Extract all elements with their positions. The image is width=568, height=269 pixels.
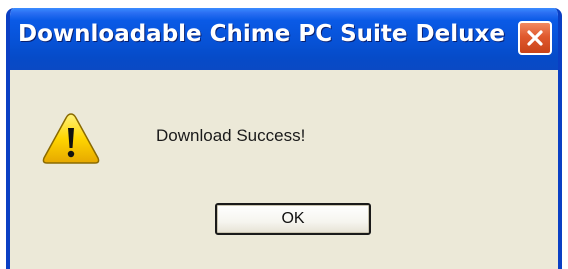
window-title: Downloadable Chime PC Suite Deluxe [18,21,505,47]
dialog-window: Downloadable Chime PC Suite Deluxe Downl… [6,8,562,269]
warning-icon [42,113,100,164]
close-button[interactable] [518,21,552,55]
title-bar[interactable]: Downloadable Chime PC Suite Deluxe [10,8,558,70]
message-text: Download Success! [156,126,306,145]
ok-button[interactable]: OK [215,203,371,235]
close-icon [527,30,543,46]
dialog-body: Download Success! OK [10,70,558,269]
